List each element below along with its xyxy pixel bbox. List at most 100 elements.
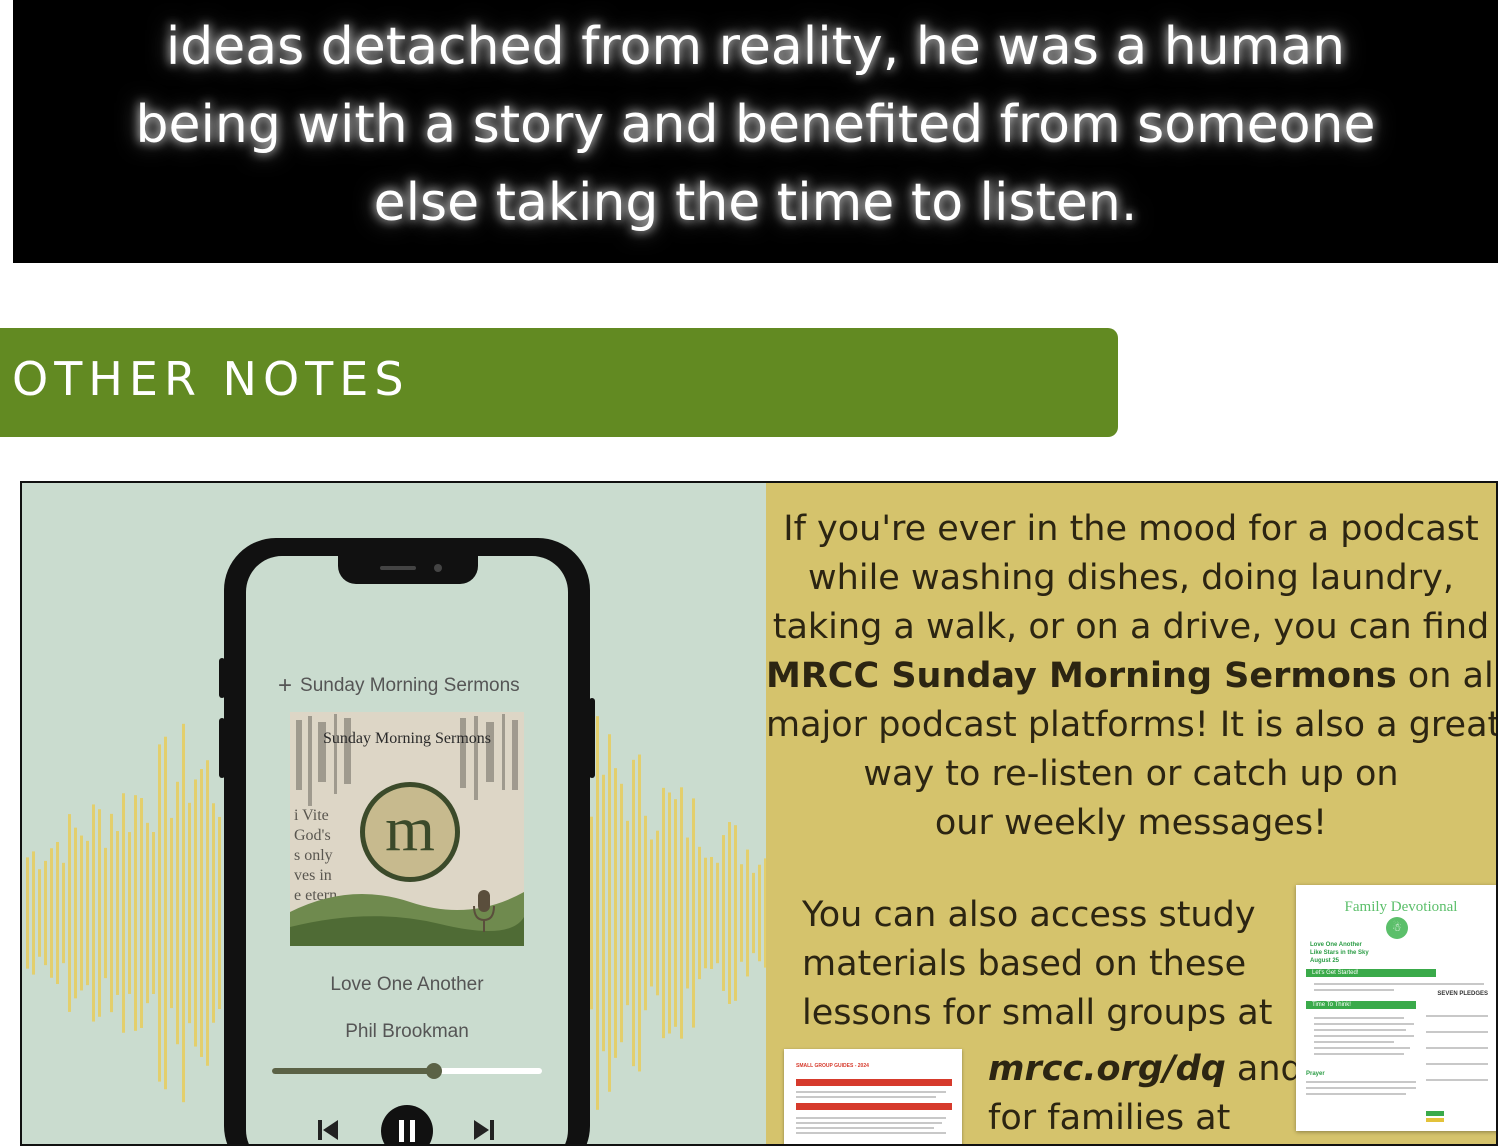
pause-button[interactable] bbox=[380, 1104, 434, 1144]
waveform-bar bbox=[758, 864, 761, 962]
waveform-bar bbox=[218, 816, 221, 1010]
svg-text:i Vite: i Vite bbox=[294, 807, 329, 824]
phone-side-button bbox=[589, 698, 595, 778]
waveform-bar bbox=[44, 860, 47, 966]
waveform-bar bbox=[710, 856, 713, 970]
waveform-bar bbox=[716, 862, 719, 964]
waveform-bar bbox=[632, 759, 635, 1067]
green-section-bar: Time To Think! bbox=[1306, 1001, 1416, 1009]
text-line bbox=[1314, 1023, 1414, 1025]
waveform-bar bbox=[176, 781, 179, 1045]
phone-side-button bbox=[219, 658, 225, 698]
promo-line: way to re-listen or catch up on bbox=[863, 754, 1399, 794]
waveform-bar bbox=[596, 716, 599, 1110]
section-header: OTHER NOTES bbox=[0, 328, 1118, 437]
quote-line-1: ideas detached from reality, he was a hu… bbox=[165, 17, 1346, 77]
quote-line-2: being with a story and benefited from so… bbox=[135, 95, 1376, 155]
study-line: for families at bbox=[988, 1098, 1231, 1138]
skip-back-icon[interactable] bbox=[316, 1118, 340, 1142]
study-line: You can also access study bbox=[802, 895, 1256, 935]
small-groups-link[interactable]: mrcc.org/dq bbox=[988, 1049, 1226, 1089]
podcast-visual-panel: + Sunday Morning Sermons i Vite God's s … bbox=[22, 483, 766, 1144]
section-title: OTHER NOTES bbox=[12, 352, 410, 406]
phone-mockup: + Sunday Morning Sermons i Vite God's s … bbox=[219, 538, 595, 1144]
promo-line: while washing dishes, doing laundry, bbox=[808, 558, 1454, 598]
waveform-bar bbox=[746, 849, 749, 977]
waveform-bar bbox=[122, 793, 125, 1033]
mrcc-logo: m bbox=[360, 782, 460, 882]
podcast-cover-art: i ViteGod's s onlyves in e eternnd ed. G… bbox=[290, 712, 524, 946]
study-links-text: mrcc.org/dq and for families at bbox=[988, 1045, 1303, 1143]
waveform-bar bbox=[728, 822, 731, 1004]
logo-letter: m bbox=[385, 793, 435, 864]
waveform-bar bbox=[116, 831, 119, 995]
study-materials-text: You can also access study materials base… bbox=[802, 891, 1272, 1038]
playback-controls bbox=[246, 1104, 568, 1144]
red-section-bar bbox=[796, 1103, 952, 1110]
waveform-bar bbox=[752, 872, 755, 954]
waveform-bar bbox=[608, 734, 611, 1092]
waveform-bar bbox=[146, 822, 149, 1004]
waveform-bar bbox=[206, 760, 209, 1066]
prayer-heading: Prayer bbox=[1306, 1071, 1325, 1077]
waveform-bar bbox=[656, 830, 659, 996]
waveform-bar bbox=[740, 864, 743, 962]
quote-line-3: else taking the time to listen. bbox=[373, 173, 1138, 233]
text-line bbox=[1314, 1041, 1394, 1043]
svg-text:ves in: ves in bbox=[294, 867, 332, 884]
promo-line: MRCC Sunday Morning Sermons on all bbox=[766, 656, 1496, 696]
waveform-bar bbox=[152, 831, 155, 995]
waveform-bar bbox=[614, 768, 617, 1058]
text-line bbox=[796, 1127, 934, 1129]
podcast-name-highlight: MRCC Sunday Morning Sermons bbox=[766, 656, 1397, 696]
text-line bbox=[1314, 1017, 1404, 1019]
phone-screen: + Sunday Morning Sermons i Vite God's s … bbox=[246, 556, 568, 1144]
waveform-bar bbox=[80, 835, 83, 991]
waveform-bar bbox=[674, 799, 677, 1027]
waveform-bar bbox=[734, 825, 737, 1001]
waveform-bar bbox=[158, 744, 161, 1082]
waveform-bar bbox=[170, 817, 173, 1009]
promo-line: taking a walk, or on a drive, you can fi… bbox=[772, 607, 1490, 647]
small-group-guide-thumbnail: SMALL GROUP GUIDES - 2024 bbox=[784, 1049, 962, 1144]
text-line bbox=[1314, 1029, 1406, 1031]
waveform-bar bbox=[590, 816, 593, 1010]
family-devotional-title: Family Devotional bbox=[1344, 899, 1458, 915]
playback-progress-bar[interactable] bbox=[272, 1063, 542, 1079]
text-line bbox=[1306, 1093, 1406, 1095]
small-group-guide-title: SMALL GROUP GUIDES - 2024 bbox=[796, 1063, 869, 1069]
waveform-bar bbox=[668, 792, 671, 1034]
waveform-bar bbox=[104, 847, 107, 979]
study-line: lessons for small groups at bbox=[802, 993, 1273, 1033]
family-devotional-subtitle: Love One Another Like Stars in the Sky A… bbox=[1310, 942, 1369, 964]
waveform-bar bbox=[50, 848, 53, 978]
promo-line: If you're ever in the mood for a podcast bbox=[783, 509, 1479, 549]
waveform-bar bbox=[92, 804, 95, 1022]
waveform-bar bbox=[32, 851, 35, 975]
text-line bbox=[1426, 1079, 1488, 1081]
progress-knob[interactable] bbox=[426, 1063, 442, 1079]
text-line bbox=[796, 1096, 936, 1098]
add-to-library-button[interactable]: + Sunday Morning Sermons bbox=[278, 672, 520, 700]
text-line bbox=[1306, 1081, 1416, 1083]
waveform-bar bbox=[98, 809, 101, 1017]
microphone-icon bbox=[473, 890, 495, 932]
waveform-bar bbox=[110, 813, 113, 1013]
waveform-bar bbox=[182, 723, 185, 1103]
waveform-bar bbox=[26, 857, 29, 969]
svg-text:God's: God's bbox=[294, 827, 331, 844]
waveform-bar bbox=[626, 820, 629, 1006]
waveform-bar bbox=[62, 862, 65, 964]
text-line bbox=[796, 1091, 946, 1093]
text-line bbox=[1314, 1053, 1404, 1055]
podcast-show-name: Sunday Morning Sermons bbox=[300, 675, 520, 696]
phone-side-button bbox=[219, 718, 225, 778]
camera-dot bbox=[434, 564, 442, 572]
waveform-bar bbox=[68, 814, 71, 1012]
podcast-promo-card: + Sunday Morning Sermons i Vite God's s … bbox=[20, 481, 1498, 1146]
study-line: materials based on these bbox=[802, 944, 1247, 984]
speaker-grille bbox=[380, 566, 416, 570]
skip-forward-icon[interactable] bbox=[472, 1118, 496, 1142]
study-line: mrcc.org/dq and bbox=[988, 1049, 1303, 1089]
waveform-bar bbox=[680, 787, 683, 1039]
